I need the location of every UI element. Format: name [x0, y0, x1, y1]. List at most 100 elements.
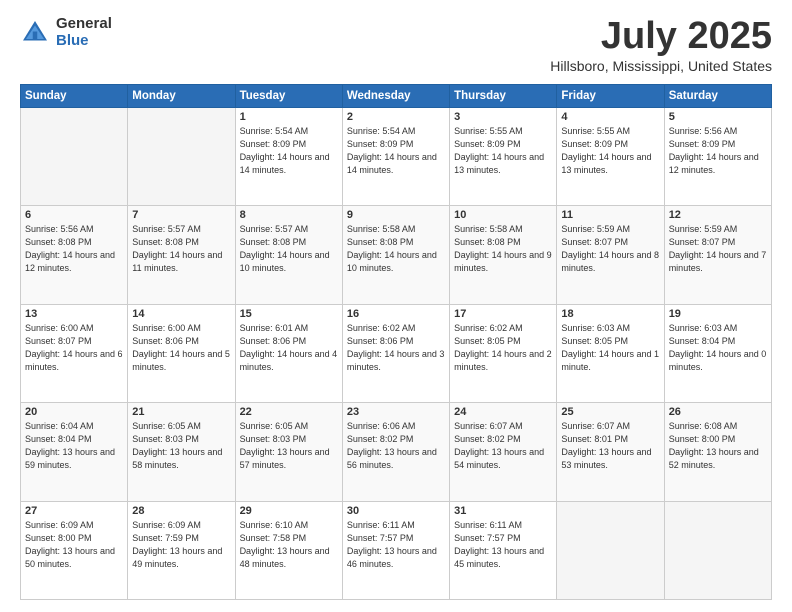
- day-number: 1: [240, 111, 338, 123]
- title-block: July 2025 Hillsboro, Mississippi, United…: [550, 16, 772, 74]
- logo-text: General Blue: [56, 16, 112, 49]
- header: General Blue July 2025 Hillsboro, Missis…: [20, 16, 772, 74]
- calendar-cell: 12Sunrise: 5:59 AM Sunset: 8:07 PM Dayli…: [664, 206, 771, 304]
- day-info: Sunrise: 6:00 AM Sunset: 8:07 PM Dayligh…: [25, 322, 123, 374]
- calendar-cell: 14Sunrise: 6:00 AM Sunset: 8:06 PM Dayli…: [128, 304, 235, 402]
- day-info: Sunrise: 5:54 AM Sunset: 8:09 PM Dayligh…: [240, 125, 338, 177]
- day-info: Sunrise: 6:08 AM Sunset: 8:00 PM Dayligh…: [669, 420, 767, 472]
- calendar-cell: 6 Sunrise: 5:56 AM Sunset: 8:08 PM Daylig…: [21, 206, 128, 304]
- day-info: Sunrise: 6:02 AM Sunset: 8:06 PM Dayligh…: [347, 322, 445, 374]
- calendar-cell: 24 Sunrise: 6:07 AM Sunset: 8:02 PM Dayli…: [450, 403, 557, 501]
- day-info: Sunrise: 6:07 AM Sunset: 8:02 PM Dayligh…: [454, 420, 552, 472]
- day-number: 5: [669, 111, 767, 123]
- calendar-cell: 20Sunrise: 6:04 AM Sunset: 8:04 PM Dayli…: [21, 403, 128, 501]
- day-info: Sunrise: 5:55 AM Sunset: 8:09 PM Dayligh…: [561, 125, 659, 177]
- day-number: 28: [132, 505, 230, 517]
- day-number: 12: [669, 209, 767, 221]
- day-info: Sunrise: 5:58 AM Sunset: 8:08 PM Dayligh…: [454, 223, 552, 275]
- col-saturday: Saturday: [664, 84, 771, 107]
- calendar-header-row: Sunday Monday Tuesday Wednesday Thursday…: [21, 84, 772, 107]
- calendar-cell: 3Sunrise: 5:55 AM Sunset: 8:09 PM Daylig…: [450, 107, 557, 205]
- day-number: 7: [132, 209, 230, 221]
- calendar-cell: 2 Sunrise: 5:54 AM Sunset: 8:09 PM Daylig…: [342, 107, 449, 205]
- calendar-cell: 15 Sunrise: 6:01 AM Sunset: 8:06 PM Dayli…: [235, 304, 342, 402]
- day-number: 6: [25, 209, 123, 221]
- day-info: Sunrise: 6:02 AM Sunset: 8:05 PM Dayligh…: [454, 322, 552, 374]
- day-number: 14: [132, 308, 230, 320]
- day-info: Sunrise: 5:54 AM Sunset: 8:09 PM Dayligh…: [347, 125, 445, 177]
- location: Hillsboro, Mississippi, United States: [550, 58, 772, 74]
- day-info: Sunrise: 6:09 AM Sunset: 8:00 PM Dayligh…: [25, 519, 123, 571]
- calendar-cell: 30 Sunrise: 6:11 AM Sunset: 7:57 PM Dayli…: [342, 501, 449, 599]
- day-info: Sunrise: 6:11 AM Sunset: 7:57 PM Dayligh…: [347, 519, 445, 571]
- day-number: 18: [561, 308, 659, 320]
- day-number: 31: [454, 505, 552, 517]
- day-number: 23: [347, 406, 445, 418]
- logo: General Blue: [20, 16, 112, 49]
- calendar-week-row: 6 Sunrise: 5:56 AM Sunset: 8:08 PM Daylig…: [21, 206, 772, 304]
- calendar-cell: 18 Sunrise: 6:03 AM Sunset: 8:05 PM Dayli…: [557, 304, 664, 402]
- day-info: Sunrise: 5:58 AM Sunset: 8:08 PM Dayligh…: [347, 223, 445, 275]
- calendar-cell: 13 Sunrise: 6:00 AM Sunset: 8:07 PM Dayli…: [21, 304, 128, 402]
- logo-icon: [20, 18, 50, 48]
- day-info: Sunrise: 5:59 AM Sunset: 8:07 PM Dayligh…: [561, 223, 659, 275]
- month-title: July 2025: [550, 16, 772, 58]
- calendar-cell: [664, 501, 771, 599]
- calendar-cell: [21, 107, 128, 205]
- day-info: Sunrise: 6:10 AM Sunset: 7:58 PM Dayligh…: [240, 519, 338, 571]
- calendar-cell: 8 Sunrise: 5:57 AM Sunset: 8:08 PM Daylig…: [235, 206, 342, 304]
- day-number: 16: [347, 308, 445, 320]
- calendar-cell: 21 Sunrise: 6:05 AM Sunset: 8:03 PM Dayli…: [128, 403, 235, 501]
- calendar-cell: 22 Sunrise: 6:05 AM Sunset: 8:03 PM Dayli…: [235, 403, 342, 501]
- calendar-cell: [557, 501, 664, 599]
- day-info: Sunrise: 5:56 AM Sunset: 8:08 PM Dayligh…: [25, 223, 123, 275]
- calendar-cell: 7Sunrise: 5:57 AM Sunset: 8:08 PM Daylig…: [128, 206, 235, 304]
- day-number: 25: [561, 406, 659, 418]
- day-info: Sunrise: 6:05 AM Sunset: 8:03 PM Dayligh…: [132, 420, 230, 472]
- day-info: Sunrise: 6:04 AM Sunset: 8:04 PM Dayligh…: [25, 420, 123, 472]
- day-info: Sunrise: 6:05 AM Sunset: 8:03 PM Dayligh…: [240, 420, 338, 472]
- day-info: Sunrise: 6:03 AM Sunset: 8:05 PM Dayligh…: [561, 322, 659, 374]
- day-info: Sunrise: 6:01 AM Sunset: 8:06 PM Dayligh…: [240, 322, 338, 374]
- day-number: 2: [347, 111, 445, 123]
- day-number: 11: [561, 209, 659, 221]
- day-number: 8: [240, 209, 338, 221]
- calendar-cell: 28 Sunrise: 6:09 AM Sunset: 7:59 PM Dayli…: [128, 501, 235, 599]
- day-number: 22: [240, 406, 338, 418]
- day-number: 9: [347, 209, 445, 221]
- calendar-table: Sunday Monday Tuesday Wednesday Thursday…: [20, 84, 772, 600]
- calendar-cell: 26 Sunrise: 6:08 AM Sunset: 8:00 PM Dayli…: [664, 403, 771, 501]
- day-number: 15: [240, 308, 338, 320]
- day-info: Sunrise: 6:11 AM Sunset: 7:57 PM Dayligh…: [454, 519, 552, 571]
- calendar-cell: [128, 107, 235, 205]
- day-info: Sunrise: 6:09 AM Sunset: 7:59 PM Dayligh…: [132, 519, 230, 571]
- col-thursday: Thursday: [450, 84, 557, 107]
- day-number: 21: [132, 406, 230, 418]
- day-info: Sunrise: 6:07 AM Sunset: 8:01 PM Dayligh…: [561, 420, 659, 472]
- col-sunday: Sunday: [21, 84, 128, 107]
- col-wednesday: Wednesday: [342, 84, 449, 107]
- calendar-cell: 19 Sunrise: 6:03 AM Sunset: 8:04 PM Dayli…: [664, 304, 771, 402]
- day-number: 24: [454, 406, 552, 418]
- calendar-cell: 16 Sunrise: 6:02 AM Sunset: 8:06 PM Dayli…: [342, 304, 449, 402]
- day-number: 10: [454, 209, 552, 221]
- logo-blue-text: Blue: [56, 33, 112, 50]
- calendar-cell: 5Sunrise: 5:56 AM Sunset: 8:09 PM Daylig…: [664, 107, 771, 205]
- calendar-cell: 17Sunrise: 6:02 AM Sunset: 8:05 PM Dayli…: [450, 304, 557, 402]
- day-number: 29: [240, 505, 338, 517]
- day-number: 27: [25, 505, 123, 517]
- calendar-cell: 11 Sunrise: 5:59 AM Sunset: 8:07 PM Dayli…: [557, 206, 664, 304]
- day-info: Sunrise: 5:57 AM Sunset: 8:08 PM Dayligh…: [240, 223, 338, 275]
- calendar-cell: 9 Sunrise: 5:58 AM Sunset: 8:08 PM Daylig…: [342, 206, 449, 304]
- calendar-cell: 31 Sunrise: 6:11 AM Sunset: 7:57 PM Dayli…: [450, 501, 557, 599]
- day-info: Sunrise: 6:03 AM Sunset: 8:04 PM Dayligh…: [669, 322, 767, 374]
- day-number: 30: [347, 505, 445, 517]
- calendar-cell: 4Sunrise: 5:55 AM Sunset: 8:09 PM Daylig…: [557, 107, 664, 205]
- day-number: 19: [669, 308, 767, 320]
- day-number: 26: [669, 406, 767, 418]
- col-monday: Monday: [128, 84, 235, 107]
- logo-general-text: General: [56, 16, 112, 33]
- day-number: 13: [25, 308, 123, 320]
- calendar-cell: 29 Sunrise: 6:10 AM Sunset: 7:58 PM Dayli…: [235, 501, 342, 599]
- calendar-cell: 10 Sunrise: 5:58 AM Sunset: 8:08 PM Dayli…: [450, 206, 557, 304]
